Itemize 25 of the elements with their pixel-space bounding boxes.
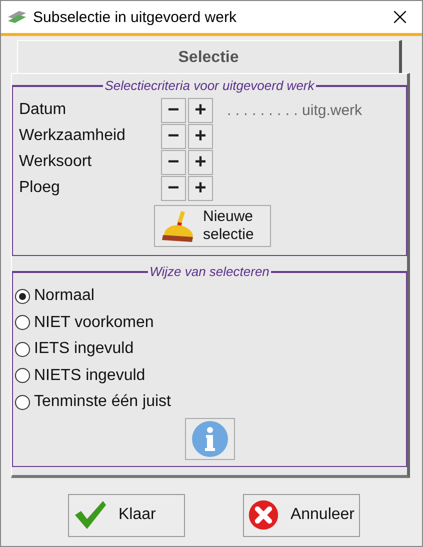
group-legend: Selectiecriteria voor uitgevoerd werk <box>102 78 316 93</box>
ok-button[interactable]: Klaar <box>68 494 184 536</box>
criterion-value: . . . . . . . . . uitg.werk <box>227 102 362 118</box>
window-title: Subselectie in uitgevoerd werk <box>33 8 238 26</box>
minus-button[interactable]: − <box>161 124 186 148</box>
minus-button[interactable]: − <box>161 176 186 200</box>
minus-button[interactable]: − <box>161 98 186 122</box>
criterion-label: Werksoort <box>19 153 93 171</box>
radio-option[interactable]: NIET voorkomen <box>15 310 400 336</box>
radio-option[interactable]: IETS ingevuld <box>15 336 400 362</box>
plus-button[interactable]: + <box>188 124 213 148</box>
radio-option[interactable]: NIETS ingevuld <box>15 362 400 389</box>
radio-option[interactable]: Normaal <box>15 283 400 310</box>
plus-button[interactable]: + <box>188 150 213 174</box>
minus-button[interactable]: − <box>161 150 186 174</box>
group-legend: Wijze van selecteren <box>148 264 272 279</box>
radio-option[interactable]: Tenminste één juist <box>15 389 400 416</box>
cancel-button[interactable]: Annuleer <box>242 494 360 536</box>
criterion-label: Datum <box>19 101 68 119</box>
plus-button[interactable]: + <box>188 176 213 200</box>
plus-button[interactable]: + <box>188 98 213 122</box>
criterion-label: Werkzaamheid <box>19 127 126 145</box>
criterion-label: Ploeg <box>19 179 61 197</box>
tab[interactable]: Selectie <box>17 40 402 73</box>
new-selection-button[interactable]: Nieuwe selectie <box>154 205 271 247</box>
